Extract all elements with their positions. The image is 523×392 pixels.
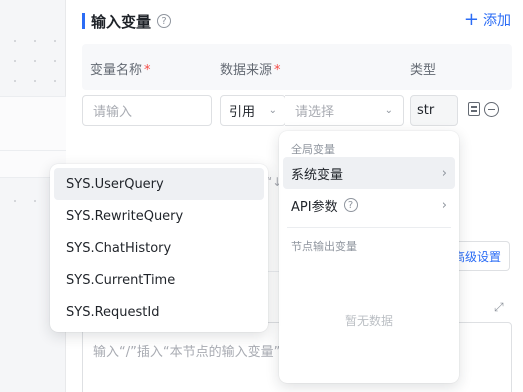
empty-state-text: 暂无数据 <box>344 314 393 328</box>
grid-dot <box>14 200 16 202</box>
header-label: 数据来源 <box>220 63 273 78</box>
plus-icon: + <box>463 9 479 30</box>
header-type: 类型 <box>410 59 436 78</box>
section-title: 输入变量 <box>91 12 152 31</box>
required-mark: * <box>144 63 151 78</box>
chevron-down-icon: ⌄ <box>268 105 277 116</box>
header-variable-name: 变量名称 * <box>90 59 151 78</box>
system-variable-item[interactable]: SYS.RequestId <box>54 296 264 328</box>
system-variable-item[interactable]: SYS.UserQuery <box>54 168 264 200</box>
header-label: 类型 <box>410 63 437 78</box>
section-header: 输入变量 ? <box>82 10 172 32</box>
required-mark: * <box>274 63 281 78</box>
grid-dot <box>34 40 36 42</box>
grid-dot <box>34 200 36 202</box>
menu-item-label: API参数 <box>291 199 338 215</box>
menu-group-global: 全局变量 <box>291 143 335 156</box>
system-variable-item[interactable]: SYS.ChatHistory <box>54 232 264 264</box>
grid-dot <box>34 80 36 82</box>
row-actions <box>468 102 499 117</box>
header-label: 变量名称 <box>90 63 143 78</box>
grid-dot <box>54 60 56 62</box>
menu-divider <box>287 227 451 228</box>
section-accent-bar <box>82 13 85 29</box>
system-variable-item[interactable]: SYS.RewriteQuery <box>54 200 264 232</box>
grid-dot <box>34 60 36 62</box>
table-header: 变量名称 * 数据来源 * 类型 <box>82 44 512 90</box>
variable-name-placeholder: 请输入 <box>93 105 133 120</box>
prompt-placeholder: 输入“/”插入“本节点的输入变量” <box>93 345 281 360</box>
source-variable-select[interactable]: 请选择 ⌄ <box>285 95 404 126</box>
divider <box>0 150 66 151</box>
source-variable-placeholder: 请选择 <box>295 105 335 120</box>
system-variable-item[interactable]: SYS.CurrentTime <box>54 264 264 296</box>
header-data-source: 数据来源 * <box>220 59 281 78</box>
grid-dot <box>14 60 16 62</box>
help-icon[interactable]: ? <box>343 198 358 212</box>
add-variable-button[interactable]: + 添加 <box>464 10 511 30</box>
menu-item-label: 系统变量 <box>291 167 344 183</box>
grid-dot <box>54 40 56 42</box>
variable-name-input[interactable]: 请输入 <box>82 95 212 126</box>
add-variable-label: 添加 <box>483 13 511 29</box>
document-icon[interactable] <box>468 102 480 116</box>
source-mode-value: 引用 <box>229 105 256 120</box>
help-icon[interactable]: ? <box>157 14 172 28</box>
grid-dot <box>14 80 16 82</box>
type-field[interactable]: str <box>410 95 458 126</box>
variable-source-menu: 全局变量 系统变量 › API参数 ? › 节点输出变量 暂无数据 <box>279 131 459 383</box>
advanced-settings-label: 高级设置 <box>452 249 501 264</box>
menu-item-api-params[interactable]: API参数 ? › <box>283 189 455 221</box>
chevron-down-icon: ⌄ <box>384 105 393 116</box>
chevron-right-icon: › <box>441 165 447 181</box>
chevron-right-icon: › <box>441 197 447 213</box>
type-value: str <box>417 103 435 118</box>
expand-icon[interactable]: ⤢ <box>494 300 504 315</box>
menu-item-system-variables[interactable]: 系统变量 › <box>283 157 455 189</box>
grid-dot <box>54 80 56 82</box>
system-variables-submenu: SYS.UserQuery SYS.RewriteQuery SYS.ChatH… <box>50 164 268 332</box>
source-mode-select[interactable]: 引用 ⌄ <box>220 95 286 126</box>
grid-dot <box>14 40 16 42</box>
remove-circle-icon[interactable] <box>484 102 499 117</box>
menu-group-node-output: 节点输出变量 <box>291 240 357 253</box>
